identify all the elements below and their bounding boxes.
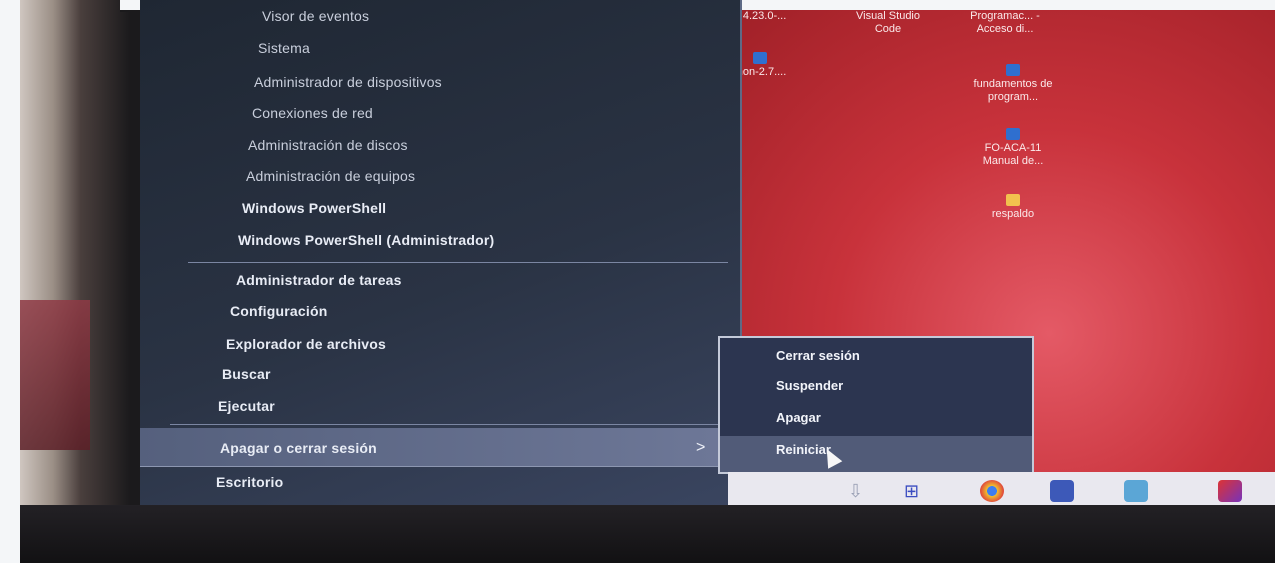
- chevron-right-icon: >: [696, 439, 706, 456]
- power-submenu: Cerrar sesión Suspender Apagar Reiniciar: [718, 336, 1034, 474]
- photo-frame: ...4.23.0-... Visual Studio Code Program…: [20, 0, 1275, 563]
- menu-separator: [188, 262, 728, 263]
- image-icon[interactable]: [1124, 480, 1148, 502]
- submenu-highlight: [720, 436, 1032, 472]
- menu-item-conexiones-de-red[interactable]: Conexiones de red: [252, 105, 373, 121]
- desktop-icon-respaldo[interactable]: respaldo: [968, 194, 1058, 221]
- desktop-icon-fundamentos[interactable]: fundamentos de program...: [968, 64, 1058, 104]
- desktop-icon-label: fundamentos de program...: [973, 78, 1053, 103]
- menu-item-administrador-de-tareas[interactable]: Administrador de tareas: [236, 272, 402, 288]
- desktop-icon-label: FO-ACA-11 Manual de...: [982, 142, 1044, 167]
- desktop-icon-label: Visual Studio Code: [855, 10, 920, 35]
- menu-separator: [140, 466, 738, 467]
- menu-item-windows-powershell[interactable]: Windows PowerShell: [242, 200, 386, 216]
- desktop-icon-label: respaldo: [991, 208, 1035, 220]
- office-icon[interactable]: [1218, 480, 1242, 502]
- menu-item-administracion-de-equipos[interactable]: Administración de equipos: [246, 168, 415, 184]
- menu-item-configuracion[interactable]: Configuración: [230, 303, 327, 319]
- desktop-icon-label: Programac... - Acceso di...: [970, 10, 1040, 35]
- menu-item-ejecutar[interactable]: Ejecutar: [218, 398, 275, 414]
- menu-item-buscar[interactable]: Buscar: [222, 366, 271, 382]
- menu-item-administrador-de-dispositivos[interactable]: Administrador de dispositivos: [254, 74, 442, 90]
- menu-item-explorador-de-archivos[interactable]: Explorador de archivos: [226, 336, 386, 352]
- menu-item-sistema[interactable]: Sistema: [258, 40, 310, 56]
- chrome-icon[interactable]: [980, 480, 1004, 502]
- menu-item-administracion-de-discos[interactable]: Administración de discos: [248, 137, 408, 153]
- desktop-icon-vscode[interactable]: Visual Studio Code: [848, 10, 928, 36]
- python-icon: [753, 52, 767, 64]
- menu-item-visor-de-eventos[interactable]: Visor de eventos: [262, 8, 369, 24]
- submenu-item-suspender[interactable]: Suspender: [776, 378, 843, 393]
- folder-icon: [1006, 194, 1020, 206]
- bezel-bottom: [20, 505, 1275, 563]
- task-view-icon[interactable]: ⊞: [904, 481, 919, 502]
- bezel-left: [20, 0, 130, 563]
- desktop-icon-manual[interactable]: FO-ACA-11 Manual de...: [968, 128, 1058, 168]
- menu-item-apagar-o-cerrar-sesion[interactable]: Apagar o cerrar sesión: [220, 440, 377, 456]
- winx-menu: Visor de eventos Sistema Administrador d…: [140, 0, 742, 510]
- document-icon: [1006, 128, 1020, 140]
- search-icon[interactable]: ⇩: [848, 481, 863, 502]
- app-icon[interactable]: [1050, 480, 1074, 502]
- screen: ...4.23.0-... Visual Studio Code Program…: [120, 0, 1275, 510]
- background-object: [20, 300, 90, 450]
- submenu-item-apagar[interactable]: Apagar: [776, 410, 821, 425]
- menu-item-windows-powershell-admin[interactable]: Windows PowerShell (Administrador): [238, 232, 494, 248]
- menu-separator: [170, 424, 735, 425]
- submenu-item-cerrar-sesion[interactable]: Cerrar sesión: [776, 348, 860, 363]
- menu-item-escritorio[interactable]: Escritorio: [216, 474, 283, 490]
- desktop-icon-programacion[interactable]: Programac... - Acceso di...: [960, 10, 1050, 36]
- document-icon: [1006, 64, 1020, 76]
